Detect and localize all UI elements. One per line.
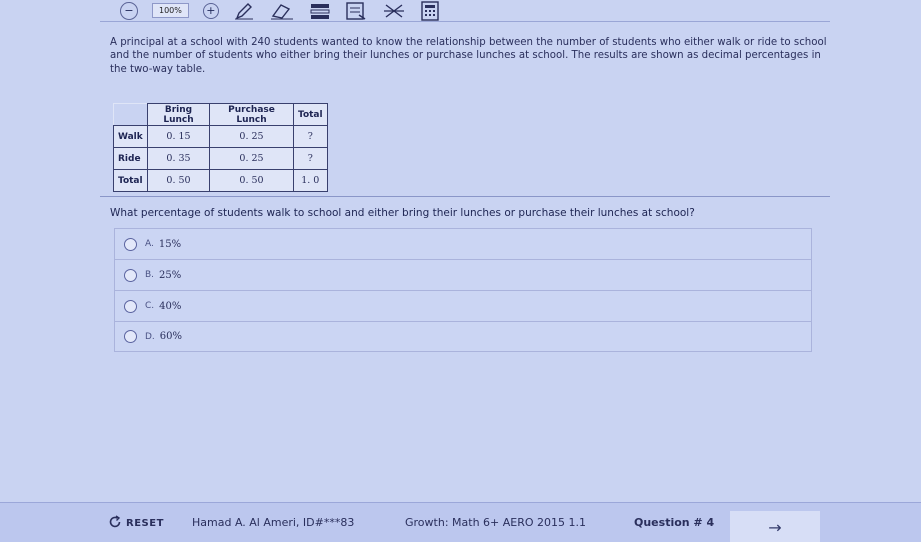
answer-option-c[interactable]: C. 40% xyxy=(114,290,812,321)
answer-option-a[interactable]: A. 15% xyxy=(114,228,812,259)
radio-button[interactable] xyxy=(124,237,137,251)
highlighter-icon[interactable] xyxy=(309,2,331,20)
answer-text: 60% xyxy=(159,331,183,342)
eraser-icon[interactable] xyxy=(269,2,295,20)
table-row: Total 0. 50 0. 50 1. 0 xyxy=(113,169,328,192)
zoom-level: 100% xyxy=(152,3,189,18)
table-cell: 1. 0 xyxy=(293,169,328,192)
answer-text: 40% xyxy=(159,300,182,312)
question-prompt: A principal at a school with 240 student… xyxy=(110,37,827,75)
row-header: Ride xyxy=(113,147,148,170)
table-cell: 0. 25 xyxy=(209,125,294,148)
answer-text: 15% xyxy=(158,238,182,250)
reset-button[interactable]: RESET xyxy=(108,515,164,532)
zoom-out-button[interactable]: − xyxy=(120,1,138,20)
answer-letter: C. xyxy=(145,301,155,311)
notepad-icon[interactable] xyxy=(345,1,369,21)
radio-button[interactable] xyxy=(124,268,137,282)
test-name: Growth: Math 6+ AERO 2015 1.1 xyxy=(405,516,587,529)
next-button[interactable]: → xyxy=(730,511,820,542)
answer-letter: A. xyxy=(145,239,154,249)
answer-text: 25% xyxy=(159,269,182,281)
two-way-table: Bring Lunch Purchase Lunch Total Walk 0.… xyxy=(113,103,328,192)
question-stem: A principal at a school with 240 student… xyxy=(110,36,830,76)
table-cell: ? xyxy=(293,147,328,170)
answer-letter: B. xyxy=(145,270,155,280)
column-header: Purchase Lunch xyxy=(209,103,294,126)
radio-button[interactable] xyxy=(124,330,137,343)
question-number: Question # 4 xyxy=(634,516,715,529)
row-header: Walk xyxy=(113,125,148,148)
table-cell: 0. 15 xyxy=(147,125,210,148)
radio-button[interactable] xyxy=(124,299,137,313)
answer-list: A. 15% B. 25% C. 40% D. 60% xyxy=(114,228,812,352)
table-row: Walk 0. 15 0. 25 ? xyxy=(113,125,328,148)
column-header: Bring Lunch xyxy=(147,103,210,126)
toolbar: − 100% + xyxy=(100,0,830,22)
answer-option-d[interactable]: D. 60% xyxy=(114,321,812,352)
arrow-right-icon: → xyxy=(768,517,782,537)
footer-bar: RESET Hamad A. Al Ameri, ID#***83 Growth… xyxy=(0,502,921,542)
reset-label: RESET xyxy=(126,518,164,529)
answer-letter: D. xyxy=(145,331,155,342)
calculator-icon[interactable] xyxy=(419,0,441,21)
section-divider xyxy=(100,196,830,197)
answer-option-b[interactable]: B. 25% xyxy=(114,259,812,290)
table-cell: 0. 50 xyxy=(147,169,210,192)
refresh-icon xyxy=(108,515,122,532)
table-row: Ride 0. 35 0. 25 ? xyxy=(113,147,328,170)
column-header: Total xyxy=(293,103,328,126)
row-header: Total xyxy=(113,169,148,192)
question-text: What percentage of students walk to scho… xyxy=(110,207,695,219)
table-cell: 0. 50 xyxy=(209,169,294,192)
strikethrough-icon[interactable] xyxy=(383,2,405,20)
table-header-row: Bring Lunch Purchase Lunch Total xyxy=(113,103,328,126)
table-cell: 0. 25 xyxy=(209,147,294,170)
zoom-in-button[interactable]: + xyxy=(202,2,219,19)
student-name: Hamad A. Al Ameri, ID#***83 xyxy=(192,516,355,529)
pencil-icon[interactable] xyxy=(233,2,255,20)
table-cell: ? xyxy=(293,125,328,148)
table-corner xyxy=(113,103,148,126)
table-cell: 0. 35 xyxy=(147,147,210,170)
